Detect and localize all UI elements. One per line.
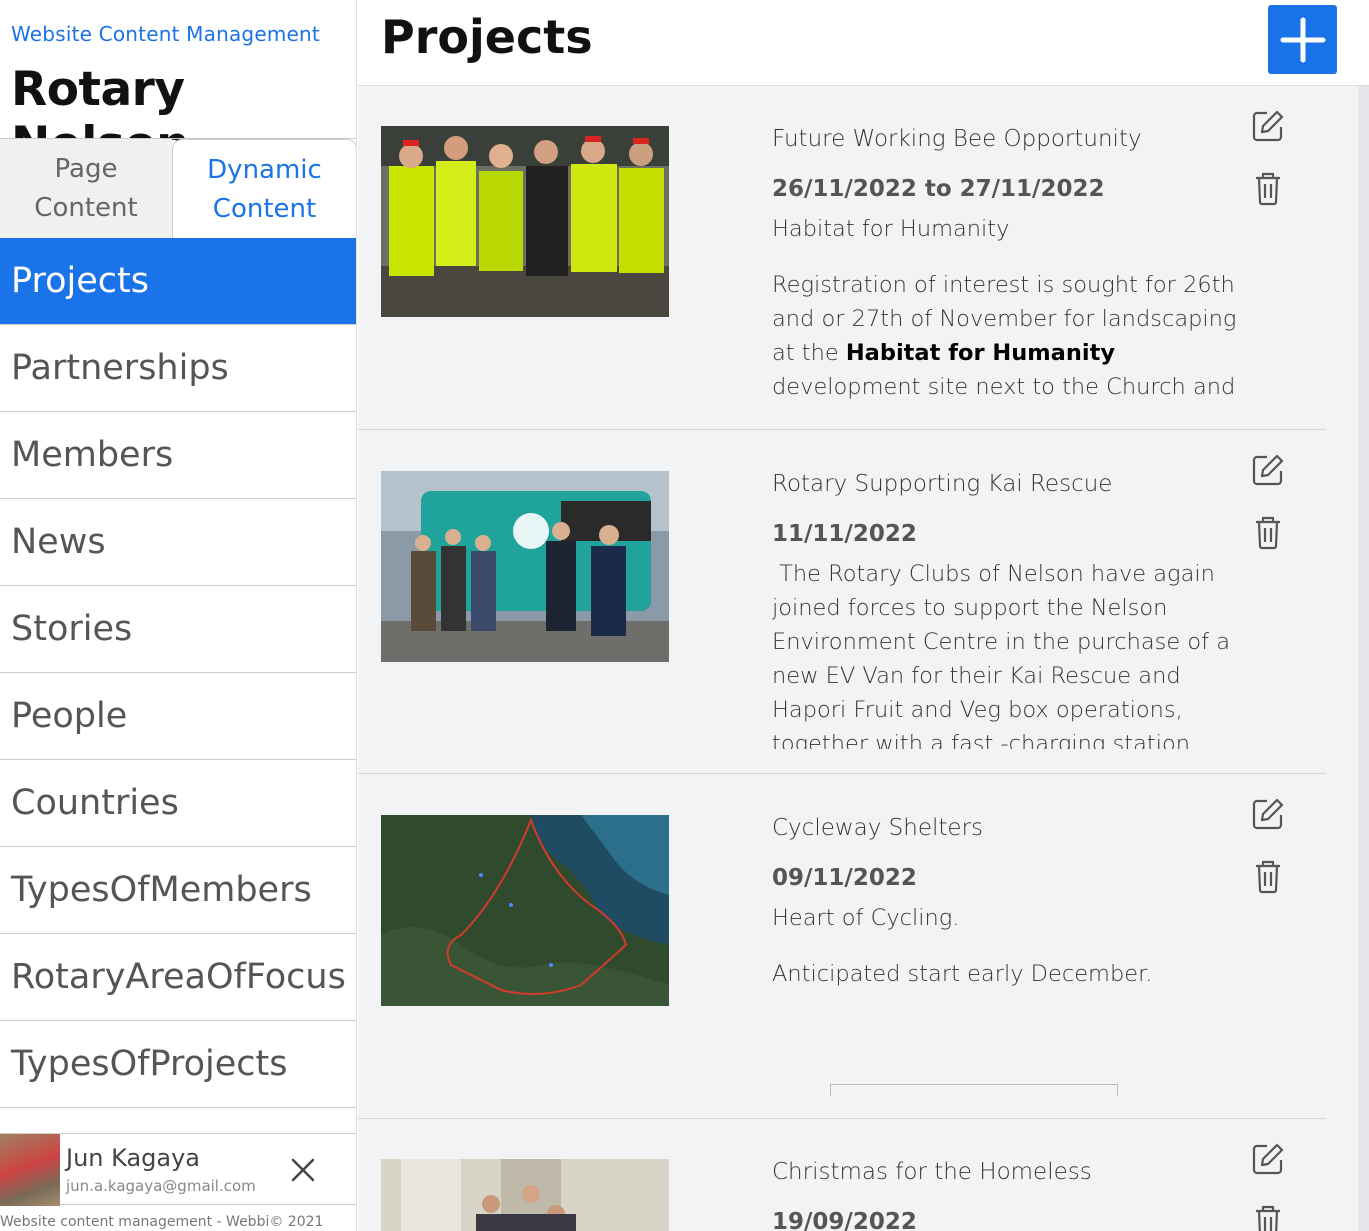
trash-icon: [1256, 516, 1280, 550]
project-body: Habitat for Humanity Registration of int…: [772, 212, 1242, 404]
project-image: [381, 471, 669, 662]
sidebar-item-stories[interactable]: Stories: [0, 586, 356, 673]
project-description: Anticipated start early December.: [772, 961, 1153, 987]
project-card: Rotary Supporting Kai Rescue 11/11/2022 …: [358, 430, 1326, 774]
project-subtitle: Heart of Cycling.: [772, 905, 960, 931]
trash-icon: [1256, 1205, 1280, 1231]
project-description: The Rotary Clubs of Nelson have again jo…: [772, 561, 1231, 749]
project-text: Rotary Supporting Kai Rescue 11/11/2022 …: [772, 471, 1242, 749]
sidebar: Website Content Management Rotary Nelson…: [0, 0, 357, 1231]
edit-project-button[interactable]: [1250, 108, 1286, 144]
sidebar-item-rotary-area-of-focus[interactable]: RotaryAreaOfFocus: [0, 934, 356, 1021]
tab-page-content-label: Page Content: [34, 154, 138, 223]
sidebar-item-news[interactable]: News: [0, 499, 356, 586]
tab-dynamic-content[interactable]: Dynamic Content: [172, 139, 356, 239]
scrollbar[interactable]: [1358, 86, 1369, 1231]
plus-icon: [1280, 17, 1325, 62]
edit-project-button[interactable]: [1250, 452, 1286, 488]
sidebar-item-types-of-projects[interactable]: TypesOfProjects: [0, 1021, 356, 1108]
sidebar-item-partnerships[interactable]: Partnerships: [0, 325, 356, 412]
trash-icon: [1256, 172, 1280, 206]
tab-page-content[interactable]: Page Content: [0, 139, 172, 239]
sidebar-item-projects[interactable]: Projects: [0, 238, 356, 325]
topbar: Projects: [358, 0, 1369, 86]
project-text: Christmas for the Homeless 19/09/2022: [772, 1159, 1242, 1231]
delete-project-button[interactable]: [1250, 858, 1286, 894]
sidebar-item-countries[interactable]: Countries: [0, 760, 356, 847]
logout-close-icon[interactable]: [287, 1154, 319, 1186]
project-body: Heart of Cycling. Anticipated start earl…: [772, 901, 1242, 991]
description-bold: Habitat for Humanity: [845, 340, 1116, 366]
project-title: Future Working Bee Opportunity: [772, 126, 1142, 152]
project-title: Christmas for the Homeless: [772, 1159, 1092, 1185]
description-text-end: development site next to the Church and: [772, 374, 1236, 400]
delete-project-button[interactable]: [1250, 1203, 1286, 1231]
project-image: [381, 126, 669, 317]
edit-project-button[interactable]: [1250, 796, 1286, 832]
delete-project-button[interactable]: [1250, 514, 1286, 550]
project-text: Cycleway Shelters 09/11/2022 Heart of Cy…: [772, 815, 1242, 1045]
project-date: 11/11/2022: [772, 521, 917, 547]
project-date: 19/09/2022: [772, 1209, 917, 1231]
add-project-button[interactable]: [1268, 5, 1337, 74]
project-image: [381, 1159, 669, 1231]
project-body: The Rotary Clubs of Nelson have again jo…: [772, 557, 1242, 749]
project-text: Future Working Bee Opportunity 26/11/202…: [772, 126, 1242, 404]
trash-icon: [1256, 860, 1280, 894]
edit-icon: [1252, 454, 1284, 486]
project-card: Future Working Bee Opportunity 26/11/202…: [358, 86, 1326, 430]
avatar: [0, 1134, 60, 1206]
footer-copyright: Website content management - Webbi© 2021: [0, 1214, 324, 1230]
project-description: Registration of interest is sought for 2…: [772, 268, 1242, 404]
project-card: Christmas for the Homeless 19/09/2022: [358, 1119, 1326, 1231]
delete-project-button[interactable]: [1250, 170, 1286, 206]
project-title: Cycleway Shelters: [772, 815, 984, 841]
project-image: [381, 815, 669, 1006]
page-title: Projects: [381, 10, 593, 64]
sidebar-item-types-of-members[interactable]: TypesOfMembers: [0, 847, 356, 934]
project-subtitle: Habitat for Humanity: [772, 216, 1010, 242]
user-bar: Jun Kagaya jun.a.kagaya@gmail.com: [0, 1133, 356, 1206]
sidebar-item-people[interactable]: People: [0, 673, 356, 760]
main-content: Projects Future Working Bee Opportunity …: [358, 0, 1369, 1231]
user-email: jun.a.kagaya@gmail.com: [66, 1177, 256, 1195]
project-date: 09/11/2022: [772, 865, 917, 891]
content-tabs: Page Content Dynamic Content: [0, 138, 356, 239]
sidebar-item-members[interactable]: Members: [0, 412, 356, 499]
edit-icon: [1252, 110, 1284, 142]
edit-icon: [1252, 1143, 1284, 1175]
broken-image-placeholder: [830, 1084, 1118, 1096]
project-card: Cycleway Shelters 09/11/2022 Heart of Cy…: [358, 774, 1326, 1119]
user-name: Jun Kagaya: [66, 1144, 201, 1172]
sidebar-nav: Projects Partnerships Members News Stori…: [0, 238, 356, 1108]
tab-dynamic-content-label: Dynamic Content: [207, 154, 322, 224]
brand-subtitle: Website Content Management: [11, 22, 320, 46]
project-date: 26/11/2022 to 27/11/2022: [772, 176, 1105, 202]
edit-project-button[interactable]: [1250, 1141, 1286, 1177]
edit-icon: [1252, 798, 1284, 830]
project-title: Rotary Supporting Kai Rescue: [772, 471, 1113, 497]
